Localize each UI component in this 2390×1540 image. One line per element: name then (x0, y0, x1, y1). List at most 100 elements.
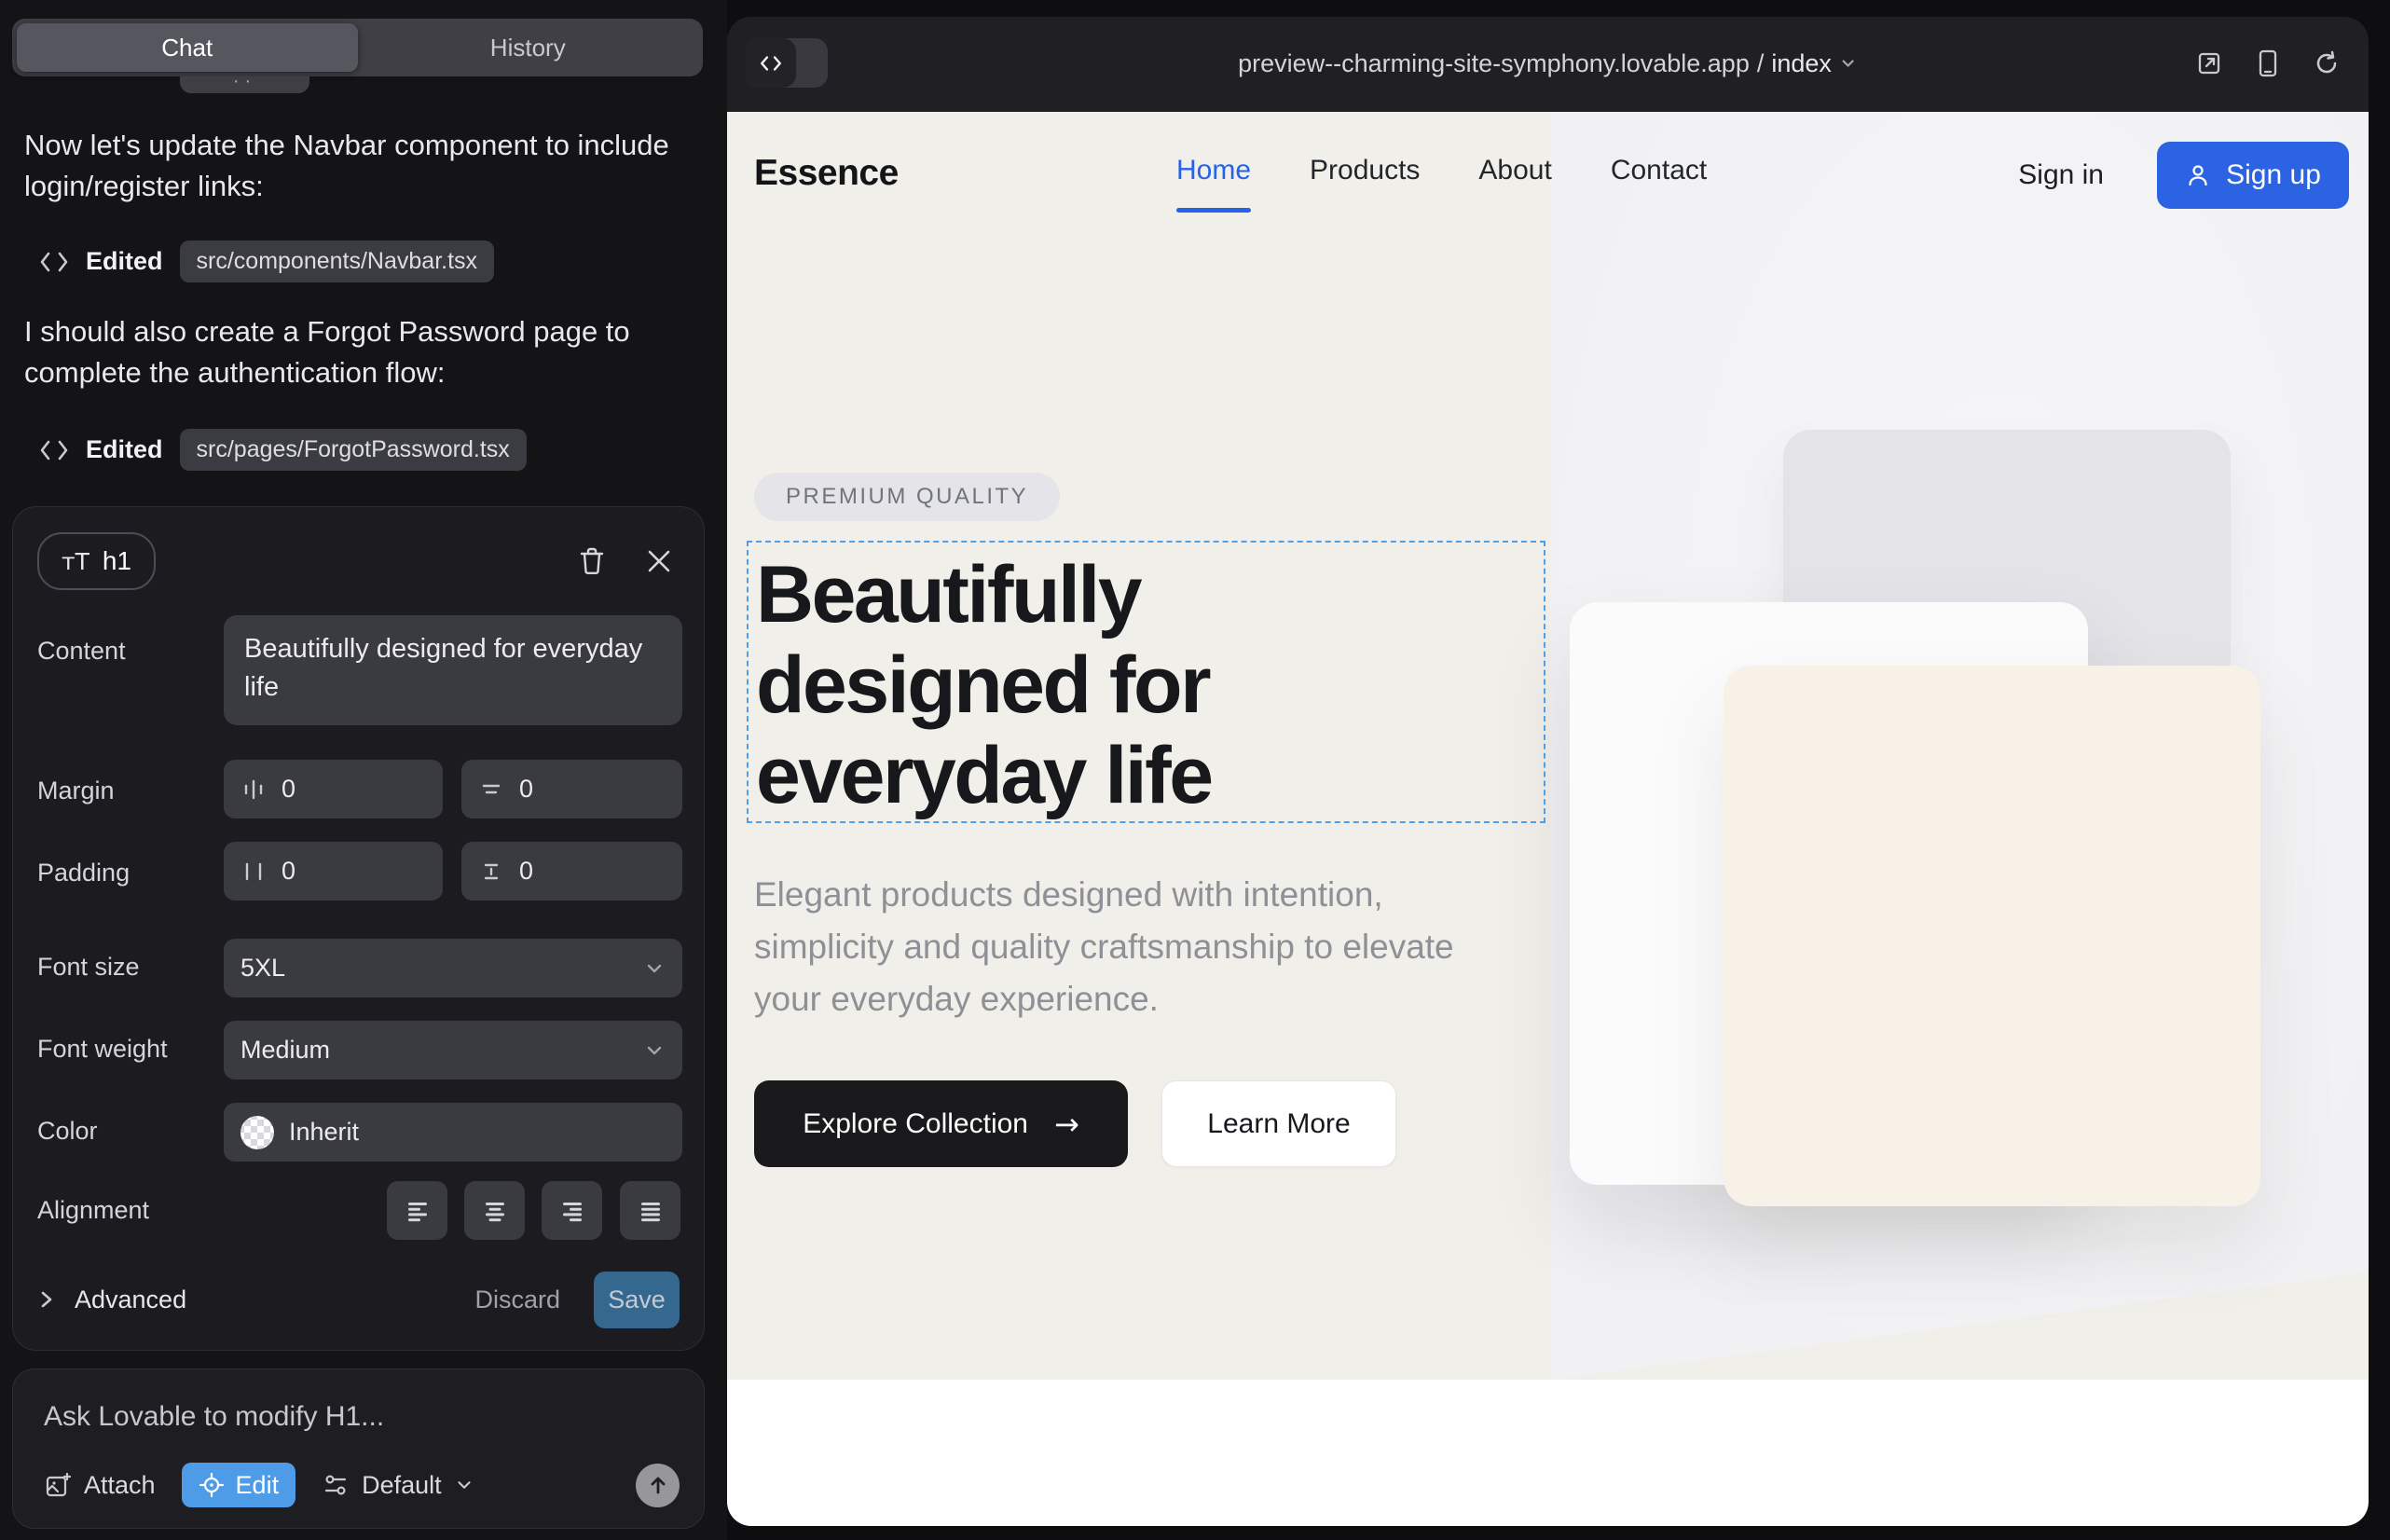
sign-up-button[interactable]: Sign up (2157, 142, 2349, 209)
edited-file-row[interactable]: Edited src/pages/ForgotPassword.tsx (39, 429, 527, 471)
margin-label: Margin (37, 777, 115, 805)
advanced-toggle[interactable]: Advanced (37, 1286, 186, 1314)
margin-vertical-icon (478, 777, 504, 803)
color-value: Inherit (289, 1118, 359, 1147)
site-nav: Home Products About Contact (1176, 155, 1707, 186)
tab-history[interactable]: History (358, 23, 699, 72)
edit-mode-button[interactable]: Edit (182, 1463, 296, 1507)
element-tag: h1 (103, 546, 131, 576)
padding-horizontal-icon (240, 859, 267, 885)
preview-url: preview--charming-site-symphony.lovable.… (1238, 49, 1750, 78)
edit-label: Edit (236, 1471, 280, 1500)
align-left-button[interactable] (387, 1181, 447, 1240)
font-weight-select[interactable]: Medium (224, 1021, 682, 1079)
send-button[interactable] (636, 1464, 680, 1507)
nav-link-home[interactable]: Home (1176, 155, 1251, 186)
element-editor-panel: ᴛT h1 Content Beautifully designed for e… (12, 506, 705, 1351)
advanced-label: Advanced (75, 1286, 186, 1314)
mobile-view-icon[interactable] (2257, 48, 2279, 78)
chat-message: Now let's update the Navbar component to… (24, 125, 682, 207)
margin-x-input[interactable]: 0 (224, 760, 443, 818)
attach-button[interactable]: Attach (44, 1471, 156, 1500)
nav-link-about[interactable]: About (1478, 155, 1551, 186)
nav-link-products[interactable]: Products (1310, 155, 1420, 186)
edited-label: Edited (86, 435, 163, 464)
explore-collection-label: Explore Collection (803, 1108, 1028, 1140)
padding-y-value: 0 (519, 857, 533, 886)
chat-panel: Chat History ·· Now let's update the Nav… (0, 0, 727, 1540)
font-size-label: Font size (37, 953, 140, 982)
padding-label: Padding (37, 859, 130, 887)
chevron-right-icon (37, 1288, 56, 1311)
hero-headline: Beautifully designed for everyday life (756, 550, 1371, 821)
path-separator: / (1757, 49, 1765, 78)
arrow-right-icon: → (1054, 1107, 1079, 1142)
padding-x-value: 0 (282, 857, 295, 886)
padding-y-input[interactable]: 0 (461, 842, 682, 901)
margin-horizontal-icon (240, 777, 267, 803)
content-label: Content (37, 637, 126, 666)
model-default-select[interactable]: Default (322, 1471, 474, 1500)
color-label: Color (37, 1117, 98, 1146)
align-center-button[interactable] (464, 1181, 525, 1240)
delete-element-button[interactable] (571, 541, 612, 582)
chat-composer: Ask Lovable to modify H1... Attach Edit (12, 1368, 705, 1529)
font-weight-value: Medium (240, 1036, 330, 1065)
padding-vertical-icon (478, 859, 504, 885)
margin-y-value: 0 (519, 775, 533, 804)
sign-up-label: Sign up (2226, 159, 2321, 191)
file-chip[interactable]: src/components/Navbar.tsx (180, 241, 495, 282)
user-icon (2185, 162, 2211, 188)
composer-input[interactable]: Ask Lovable to modify H1... (44, 1401, 384, 1433)
save-button[interactable]: Save (594, 1272, 680, 1328)
code-preview-toggle[interactable] (746, 38, 828, 88)
margin-x-value: 0 (282, 775, 295, 804)
chat-history-tabs: Chat History (12, 19, 703, 76)
alignment-label: Alignment (37, 1196, 149, 1225)
align-right-button[interactable] (542, 1181, 602, 1240)
edited-file-row[interactable]: Edited src/components/Navbar.tsx (39, 241, 494, 282)
selected-element-outline[interactable]: Beautifully designed for everyday life (747, 541, 1545, 823)
nav-link-contact[interactable]: Contact (1611, 155, 1707, 186)
hero-description: Elegant products designed with intention… (754, 869, 1509, 1025)
default-label: Default (362, 1471, 442, 1500)
discard-button[interactable]: Discard (474, 1286, 560, 1314)
edited-label: Edited (86, 247, 163, 276)
explore-collection-button[interactable]: Explore Collection → (754, 1080, 1128, 1167)
code-icon (39, 250, 69, 274)
url-bar[interactable]: preview--charming-site-symphony.lovable.… (1238, 17, 1858, 110)
page-name: index (1771, 49, 1832, 78)
chevron-down-icon (643, 957, 666, 980)
clipped-chip: ·· (180, 76, 309, 93)
code-icon (746, 38, 796, 88)
close-icon[interactable] (639, 541, 680, 582)
chat-message: I should also create a Forgot Password p… (24, 311, 682, 393)
hero-section: Essence Home Products About Contact Sign… (727, 112, 2369, 1380)
type-icon: ᴛT (62, 548, 89, 575)
content-input[interactable]: Beautifully designed for everyday life (224, 615, 682, 725)
chevron-down-icon (643, 1039, 666, 1062)
chevron-down-icon (1839, 54, 1858, 73)
sliders-icon (322, 1471, 350, 1499)
font-weight-label: Font weight (37, 1035, 168, 1064)
file-chip[interactable]: src/pages/ForgotPassword.tsx (180, 429, 527, 471)
refresh-icon[interactable] (2313, 49, 2341, 77)
margin-y-input[interactable]: 0 (461, 760, 682, 818)
attach-image-icon (44, 1471, 72, 1499)
color-select[interactable]: Inherit (224, 1103, 682, 1162)
open-external-icon[interactable] (2195, 49, 2223, 77)
sign-in-link[interactable]: Sign in (2018, 159, 2104, 191)
padding-x-input[interactable]: 0 (224, 842, 443, 901)
lovable-app: Chat History ·· Now let's update the Nav… (0, 0, 2390, 1540)
tab-chat[interactable]: Chat (17, 23, 358, 72)
target-icon (199, 1472, 225, 1498)
attach-label: Attach (84, 1471, 156, 1500)
font-size-value: 5XL (240, 954, 285, 983)
transparency-swatch-icon (240, 1116, 274, 1149)
code-icon (39, 438, 69, 462)
font-size-select[interactable]: 5XL (224, 939, 682, 997)
align-justify-button[interactable] (620, 1181, 680, 1240)
element-tag-pill: ᴛT h1 (37, 532, 156, 590)
learn-more-button[interactable]: Learn More (1161, 1080, 1396, 1167)
site-logo[interactable]: Essence (754, 153, 899, 194)
